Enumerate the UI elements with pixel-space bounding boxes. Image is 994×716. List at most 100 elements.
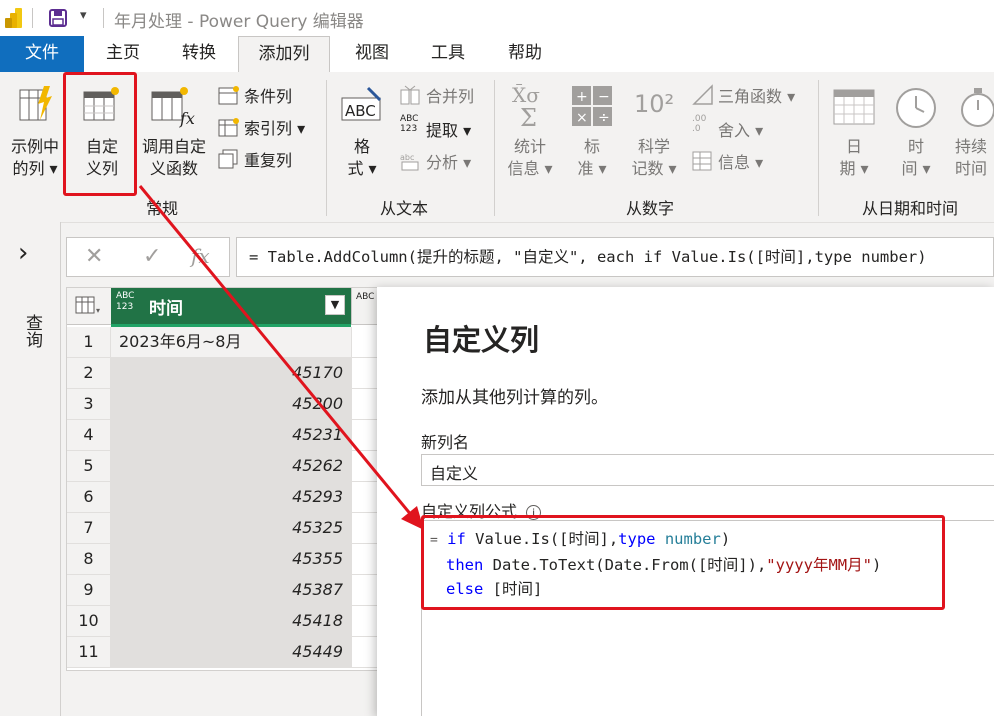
table-row[interactable]: 2 45170	[67, 358, 381, 389]
table-row[interactable]: 5 45262	[67, 451, 381, 482]
table-cell-time[interactable]: 45387	[111, 575, 351, 605]
column-from-examples-icon	[19, 86, 52, 121]
row-number[interactable]: 6	[67, 482, 111, 512]
duplicate-column-label: 重复列	[244, 151, 293, 170]
row-number[interactable]: 10	[67, 606, 111, 636]
commit-formula-icon[interactable]: ✓	[143, 244, 161, 269]
invoke-custom-function-label-1: 调用自定	[141, 137, 206, 156]
table-row[interactable]: 8 45355	[67, 544, 381, 575]
data-grid: ▾ ABC 123 时间 ▼ ABC 1 2023年6月~8月 2 45170 3 452…	[66, 287, 381, 671]
column-header-time[interactable]: ABC 123 时间 ▼	[111, 288, 351, 324]
dialog-subtitle: 添加从其他列计算的列。	[421, 388, 608, 408]
grid-header: ▾ ABC 123 时间 ▼ ABC	[67, 288, 381, 325]
table-cell-time[interactable]: 45449	[111, 637, 351, 667]
dialog-title: 自定义列	[423, 323, 540, 357]
table-row[interactable]: 6 45293	[67, 482, 381, 513]
table-cell-time[interactable]: 45355	[111, 544, 351, 574]
standard-button[interactable]: + − × ÷ 标 准 ▾	[564, 80, 620, 192]
table-row[interactable]: 3 45200	[67, 389, 381, 420]
duplicate-column-icon	[218, 149, 238, 169]
tab-help[interactable]: 帮助	[488, 36, 562, 72]
row-number[interactable]: 11	[67, 637, 111, 667]
new-column-name-value: 自定义	[430, 464, 479, 483]
rounding-label: 舍入 ▾	[718, 121, 764, 140]
table-row[interactable]: 1 2023年6月~8月	[67, 327, 381, 358]
information-button[interactable]: 信息 ▾	[690, 148, 814, 174]
table-cell-time[interactable]: 2023年6月~8月	[111, 327, 351, 357]
group-label-from-text: 从文本	[380, 199, 429, 218]
title-separator	[32, 8, 33, 28]
formula-text: = Table.AddColumn(提升的标题, "自定义", each if …	[249, 248, 927, 266]
column-from-examples-button[interactable]: 示例中 的列 ▾	[4, 80, 66, 192]
row-number[interactable]: 3	[67, 389, 111, 419]
conditional-column-button[interactable]: 条件列	[216, 82, 320, 108]
rounding-button[interactable]: .00 .0 舍入 ▾	[690, 114, 814, 142]
tab-file[interactable]: 文件	[0, 36, 84, 72]
row-number[interactable]: 8	[67, 544, 111, 574]
table-cell-time[interactable]: 45170	[111, 358, 351, 388]
statistics-button[interactable]: X̄σ Σ 统计 信息 ▾	[500, 80, 560, 192]
duplicate-column-button[interactable]: 重复列	[216, 146, 320, 172]
parse-button[interactable]: abc 分析 ▾	[398, 148, 490, 174]
duration-button[interactable]: 持续 时间	[948, 80, 994, 192]
table-row[interactable]: 10 45418	[67, 606, 381, 637]
statistics-label-1: 统计	[513, 137, 546, 156]
format-button[interactable]: ABC 格 式 ▾	[334, 80, 390, 192]
row-number[interactable]: 1	[67, 327, 111, 357]
format-label-1: 格	[353, 137, 370, 156]
row-number[interactable]: 5	[67, 451, 111, 481]
index-column-label: 索引列 ▾	[244, 119, 306, 138]
format-label-2: 式 ▾	[347, 159, 377, 178]
merge-columns-button[interactable]: 合并列	[398, 82, 490, 108]
queries-pane-label[interactable]: 查询	[20, 314, 45, 348]
tab-home[interactable]: 主页	[88, 36, 158, 72]
expand-queries-chevron-icon[interactable]: ›	[18, 240, 28, 266]
row-number[interactable]: 7	[67, 513, 111, 543]
parse-label: 分析 ▾	[426, 153, 472, 172]
invoke-custom-function-label-2: 义函数	[149, 159, 198, 178]
extract-button[interactable]: ABC 123 提取 ▾	[398, 114, 490, 142]
table-row[interactable]: 9 45387	[67, 575, 381, 606]
invoke-custom-function-button[interactable]: fx 调用自定 义函数	[136, 80, 212, 192]
formula-buttons: ✕ ✓ fx	[66, 237, 230, 277]
table-row[interactable]: 11 45449	[67, 637, 381, 668]
tab-add-column[interactable]: 添加列	[238, 36, 330, 73]
table-row[interactable]: 4 45231	[67, 420, 381, 451]
table-cell-time[interactable]: 45262	[111, 451, 351, 481]
conditional-column-label: 条件列	[244, 87, 293, 106]
window-title: 年月处理 - Power Query 编辑器	[114, 12, 364, 32]
tab-transform[interactable]: 转换	[162, 36, 236, 72]
formula-bar: ✕ ✓ fx = Table.AddColumn(提升的标题, "自定义", e…	[66, 237, 994, 277]
tab-tools[interactable]: 工具	[412, 36, 484, 72]
ribbon-divider	[326, 80, 327, 216]
table-row[interactable]: 7 45325	[67, 513, 381, 544]
row-number[interactable]: 9	[67, 575, 111, 605]
table-cell-time[interactable]: 45200	[111, 389, 351, 419]
table-cell-time[interactable]: 45231	[111, 420, 351, 450]
column-from-examples-label-1: 示例中	[10, 137, 59, 156]
new-column-name-input[interactable]: 自定义	[421, 454, 994, 486]
row-number[interactable]: 4	[67, 420, 111, 450]
column-filter-dropdown-icon[interactable]: ▼	[325, 295, 345, 315]
row-number[interactable]: 2	[67, 358, 111, 388]
any-type-icon[interactable]: ABC 123	[116, 291, 140, 313]
triangle-icon	[692, 84, 713, 105]
index-column-button[interactable]: 索引列 ▾	[216, 114, 320, 140]
table-cell-time[interactable]: 45293	[111, 482, 351, 512]
table-cell-time[interactable]: 45325	[111, 513, 351, 543]
table-menu-icon[interactable]: ▾	[75, 296, 103, 316]
tab-view[interactable]: 视图	[336, 36, 408, 72]
fx-icon[interactable]: fx	[191, 244, 210, 268]
date-button[interactable]: 日 期 ▾	[826, 80, 882, 192]
formula-input[interactable]: = Table.AddColumn(提升的标题, "自定义", each if …	[236, 237, 994, 277]
save-icon[interactable]	[48, 8, 68, 28]
svg-text:+: +	[576, 89, 588, 105]
scientific-button[interactable]: 10² 科学 记数 ▾	[622, 80, 686, 192]
highlight-custom-column	[63, 72, 137, 196]
quick-access-dropdown-icon[interactable]: ▾	[80, 8, 87, 23]
trigonometry-button[interactable]: 三角函数 ▾	[690, 82, 814, 108]
time-button[interactable]: 时 间 ▾	[888, 80, 944, 192]
powerbi-logo-icon	[5, 8, 22, 28]
table-cell-time[interactable]: 45418	[111, 606, 351, 636]
cancel-formula-icon[interactable]: ✕	[85, 244, 103, 269]
